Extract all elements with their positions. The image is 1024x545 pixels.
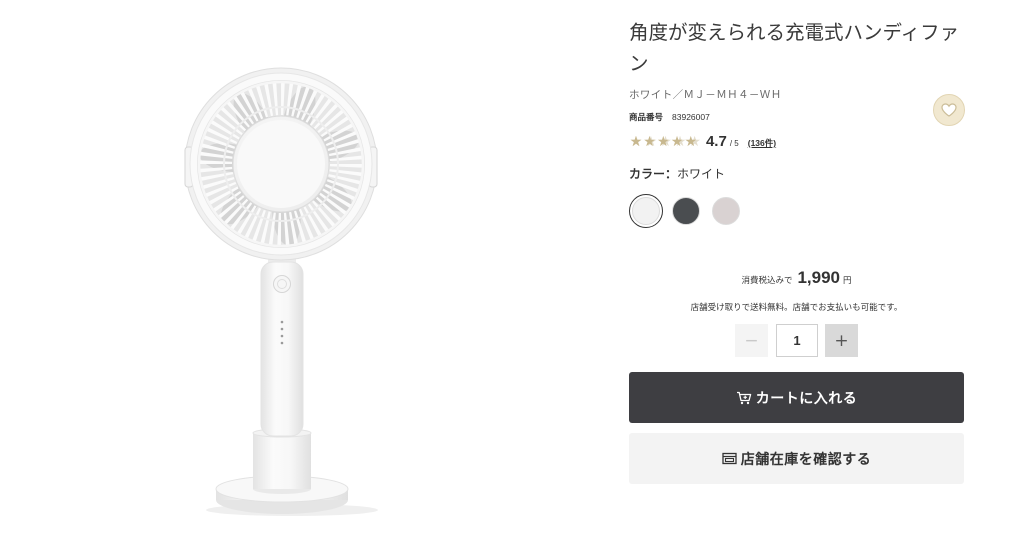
color-label-title: カラー：	[629, 167, 678, 181]
star-icon	[684, 132, 698, 150]
star-icon	[656, 132, 670, 150]
check-store-stock-label: 店舗在庫を確認する	[740, 450, 872, 467]
review-count-link[interactable]: (136件)	[748, 137, 776, 149]
price: 消費税込みで 1,990 円	[629, 266, 964, 292]
star-icon	[629, 132, 643, 150]
fan-handle	[260, 246, 304, 437]
quantity-stepper: − +	[735, 324, 858, 357]
quantity-decrease-button[interactable]: −	[735, 324, 768, 357]
favorite-button[interactable]	[933, 94, 965, 126]
rating-value: 4.7	[705, 133, 727, 150]
rating-stars-fill	[629, 132, 698, 150]
add-to-cart-button[interactable]: カートに入れる	[629, 372, 964, 423]
color-swatch[interactable]	[669, 194, 703, 228]
quantity-input[interactable]	[776, 324, 818, 357]
pickup-note: 店舗受け取りで送料無料。店舗でお支払いも可能です。	[690, 302, 903, 312]
rating-scale: / 5	[729, 139, 739, 148]
color-swatch-dot	[632, 197, 660, 225]
fan-base	[206, 428, 378, 516]
color-swatch[interactable]	[629, 194, 663, 228]
power-button-icon	[273, 275, 291, 293]
product-title: 角度が変えられる充電式ハンディファン	[629, 22, 960, 75]
heart-icon	[941, 103, 957, 117]
rating-stars	[629, 132, 702, 150]
selected-color-name: ホワイト	[677, 167, 726, 181]
quantity-increase-button[interactable]: +	[825, 324, 858, 357]
star-icon	[643, 132, 657, 150]
price-prefix: 消費税込みで	[741, 275, 793, 285]
cart-icon	[736, 391, 752, 405]
product-info: 角度が変えられる充電式ハンディファン ホワイト／ＭＪ－ＭＨ４－ＷＨ 商品番号 83…	[629, 0, 965, 545]
price-amount: 1,990	[797, 268, 841, 287]
price-unit: 円	[843, 275, 852, 285]
product-image	[184, 67, 378, 516]
color-swatch[interactable]	[709, 194, 743, 228]
fan-head	[184, 67, 378, 261]
rating: 4.7 / 5 (136件)	[629, 132, 776, 152]
product-variant: ホワイト／ＭＪ－ＭＨ４－ＷＨ	[629, 89, 782, 101]
color-swatch-dot	[712, 197, 740, 225]
add-to-cart-label: カートに入れる	[755, 389, 858, 406]
store-icon	[722, 452, 737, 465]
product-number: 商品番号 83926007	[629, 111, 710, 123]
product-number-label: 商品番号	[629, 112, 664, 122]
color-swatch-dot	[672, 197, 700, 225]
product-number-value: 83926007	[672, 112, 710, 122]
check-store-stock-button[interactable]: 店舗在庫を確認する	[629, 433, 964, 484]
color-swatches	[629, 194, 743, 228]
color-label: カラー：ホワイト	[629, 166, 725, 182]
star-icon	[670, 132, 684, 150]
